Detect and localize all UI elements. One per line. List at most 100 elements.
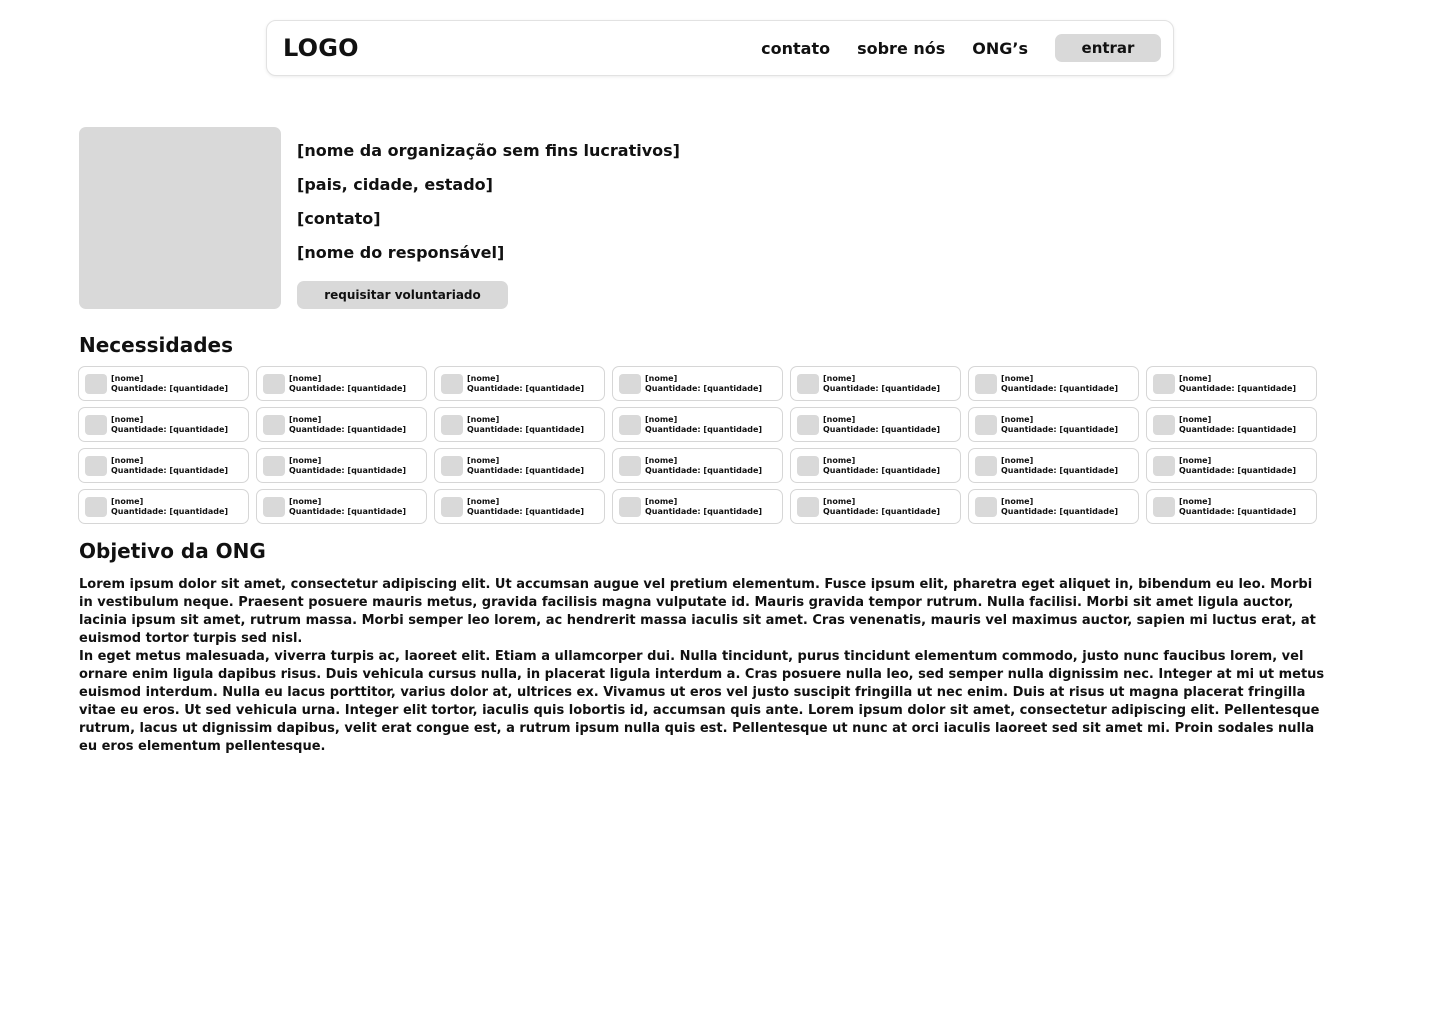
need-text: [nome] Quantidade: [quantidade] [1001, 497, 1118, 517]
need-card[interactable]: [nome] Quantidade: [quantidade] [256, 489, 427, 524]
need-text: [nome] Quantidade: [quantidade] [1179, 374, 1296, 394]
need-name: [nome] [823, 455, 856, 465]
need-quantity: Quantidade: [quantidade] [289, 465, 407, 475]
need-card[interactable]: [nome] Quantidade: [quantidade] [612, 366, 783, 401]
need-image-placeholder [975, 455, 997, 476]
need-name: [nome] [289, 455, 322, 465]
need-quantity: Quantidade: [quantidade] [289, 383, 407, 393]
objective-paragraph: In eget metus malesuada, viverra turpis … [79, 649, 1325, 754]
need-image-placeholder [441, 373, 463, 394]
objective-description: Lorem ipsum dolor sit amet, consectetur … [79, 576, 1329, 756]
need-card[interactable]: [nome] Quantidade: [quantidade] [78, 489, 249, 524]
top-navbar: LOGO contato sobre nós ONG’s entrar [266, 20, 1174, 76]
need-name: [nome] [823, 373, 856, 383]
need-image-placeholder [85, 455, 107, 476]
need-text: [nome] Quantidade: [quantidade] [289, 415, 406, 435]
need-card[interactable]: [nome] Quantidade: [quantidade] [434, 407, 605, 442]
need-card[interactable]: [nome] Quantidade: [quantidade] [790, 366, 961, 401]
need-quantity: Quantidade: [quantidade] [823, 383, 941, 393]
need-text: [nome] Quantidade: [quantidade] [467, 415, 584, 435]
nav-link-contato[interactable]: contato [761, 39, 830, 58]
need-image-placeholder [797, 373, 819, 394]
need-name: [nome] [645, 373, 678, 383]
need-card[interactable]: [nome] Quantidade: [quantidade] [256, 448, 427, 483]
need-card[interactable]: [nome] Quantidade: [quantidade] [1146, 366, 1317, 401]
need-quantity: Quantidade: [quantidade] [645, 383, 763, 393]
need-card[interactable]: [nome] Quantidade: [quantidade] [968, 448, 1139, 483]
logo[interactable]: LOGO [283, 34, 359, 62]
need-card[interactable]: [nome] Quantidade: [quantidade] [1146, 407, 1317, 442]
need-card[interactable]: [nome] Quantidade: [quantidade] [256, 366, 427, 401]
need-name: [nome] [289, 373, 322, 383]
need-name: [nome] [111, 373, 144, 383]
need-quantity: Quantidade: [quantidade] [467, 465, 585, 475]
need-text: [nome] Quantidade: [quantidade] [467, 374, 584, 394]
need-name: [nome] [645, 455, 678, 465]
need-text: [nome] Quantidade: [quantidade] [111, 456, 228, 476]
need-name: [nome] [467, 455, 500, 465]
need-card[interactable]: [nome] Quantidade: [quantidade] [434, 366, 605, 401]
need-card[interactable]: [nome] Quantidade: [quantidade] [78, 366, 249, 401]
need-name: [nome] [1001, 414, 1034, 424]
need-card[interactable]: [nome] Quantidade: [quantidade] [612, 448, 783, 483]
need-name: [nome] [1001, 455, 1034, 465]
need-card[interactable]: [nome] Quantidade: [quantidade] [790, 407, 961, 442]
need-card[interactable]: [nome] Quantidade: [quantidade] [968, 489, 1139, 524]
need-image-placeholder [1153, 373, 1175, 394]
need-quantity: Quantidade: [quantidade] [1001, 465, 1119, 475]
need-text: [nome] Quantidade: [quantidade] [1001, 415, 1118, 435]
need-card[interactable]: [nome] Quantidade: [quantidade] [612, 407, 783, 442]
need-text: [nome] Quantidade: [quantidade] [1001, 456, 1118, 476]
nav-link-sobre-nos[interactable]: sobre nós [857, 39, 945, 58]
need-quantity: Quantidade: [quantidade] [1179, 383, 1297, 393]
nav-link-ongs[interactable]: ONG’s [972, 39, 1028, 58]
need-text: [nome] Quantidade: [quantidade] [1001, 374, 1118, 394]
need-text: [nome] Quantidade: [quantidade] [823, 497, 940, 517]
need-card[interactable]: [nome] Quantidade: [quantidade] [790, 489, 961, 524]
need-text: [nome] Quantidade: [quantidade] [645, 456, 762, 476]
need-image-placeholder [1153, 414, 1175, 435]
need-name: [nome] [467, 373, 500, 383]
need-card[interactable]: [nome] Quantidade: [quantidade] [78, 407, 249, 442]
need-card[interactable]: [nome] Quantidade: [quantidade] [256, 407, 427, 442]
need-image-placeholder [85, 496, 107, 517]
organization-location: [pais, cidade, estado] [297, 175, 493, 194]
need-name: [nome] [289, 496, 322, 506]
need-name: [nome] [467, 496, 500, 506]
need-card[interactable]: [nome] Quantidade: [quantidade] [790, 448, 961, 483]
need-quantity: Quantidade: [quantidade] [467, 383, 585, 393]
need-quantity: Quantidade: [quantidade] [823, 424, 941, 434]
need-image-placeholder [975, 496, 997, 517]
need-text: [nome] Quantidade: [quantidade] [645, 415, 762, 435]
need-quantity: Quantidade: [quantidade] [1001, 506, 1119, 516]
need-card[interactable]: [nome] Quantidade: [quantidade] [968, 407, 1139, 442]
need-name: [nome] [1179, 373, 1212, 383]
request-volunteering-button[interactable]: requisitar voluntariado [297, 281, 508, 309]
need-text: [nome] Quantidade: [quantidade] [645, 497, 762, 517]
organization-info: [nome da organização sem fins lucrativos… [297, 140, 680, 276]
need-card[interactable]: [nome] Quantidade: [quantidade] [968, 366, 1139, 401]
need-quantity: Quantidade: [quantidade] [289, 424, 407, 434]
need-quantity: Quantidade: [quantidade] [823, 506, 941, 516]
need-quantity: Quantidade: [quantidade] [1179, 424, 1297, 434]
need-card[interactable]: [nome] Quantidade: [quantidade] [612, 489, 783, 524]
need-card[interactable]: [nome] Quantidade: [quantidade] [1146, 489, 1317, 524]
organization-name: [nome da organização sem fins lucrativos… [297, 141, 680, 160]
need-quantity: Quantidade: [quantidade] [1179, 506, 1297, 516]
need-quantity: Quantidade: [quantidade] [645, 506, 763, 516]
need-card[interactable]: [nome] Quantidade: [quantidade] [1146, 448, 1317, 483]
need-name: [nome] [645, 496, 678, 506]
need-card[interactable]: [nome] Quantidade: [quantidade] [434, 448, 605, 483]
need-image-placeholder [797, 455, 819, 476]
need-name: [nome] [1001, 373, 1034, 383]
need-image-placeholder [441, 414, 463, 435]
need-text: [nome] Quantidade: [quantidade] [111, 415, 228, 435]
need-name: [nome] [823, 414, 856, 424]
need-card[interactable]: [nome] Quantidade: [quantidade] [434, 489, 605, 524]
need-image-placeholder [441, 455, 463, 476]
need-quantity: Quantidade: [quantidade] [467, 424, 585, 434]
need-card[interactable]: [nome] Quantidade: [quantidade] [78, 448, 249, 483]
need-quantity: Quantidade: [quantidade] [1001, 383, 1119, 393]
need-image-placeholder [975, 373, 997, 394]
login-button[interactable]: entrar [1055, 34, 1161, 62]
